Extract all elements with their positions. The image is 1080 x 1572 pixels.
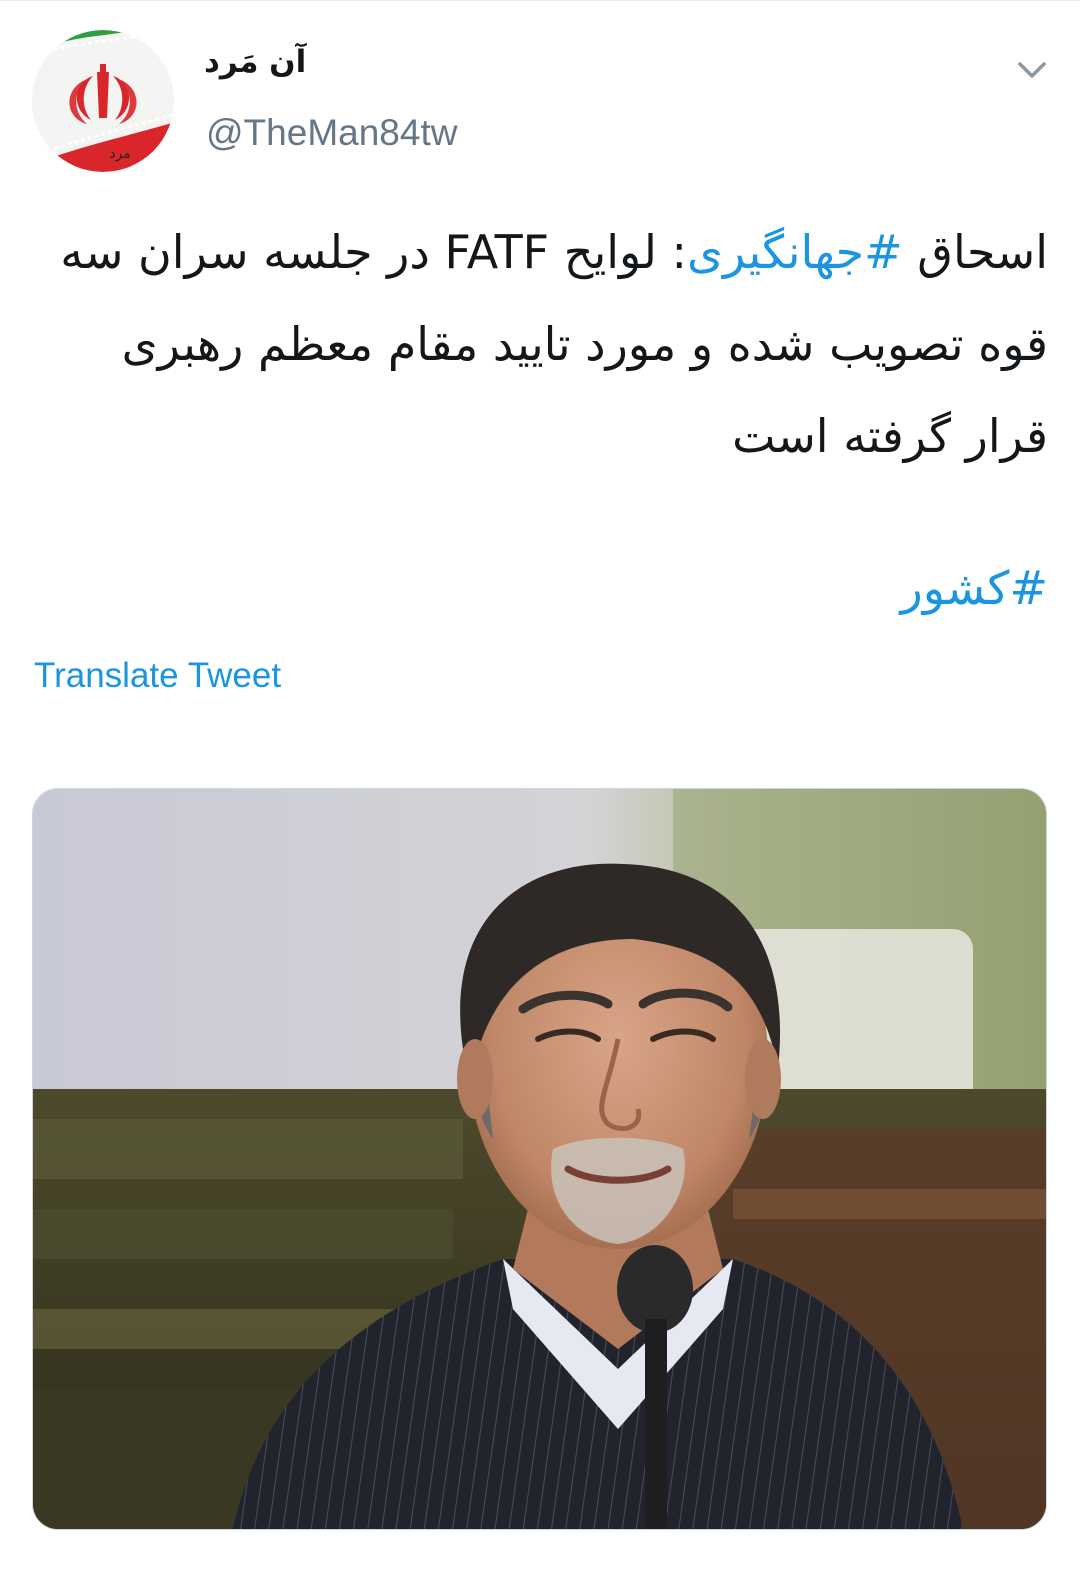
display-name[interactable]: آن مَرد	[204, 44, 306, 80]
tweet-photo[interactable]	[32, 788, 1047, 1530]
hashtag-link[interactable]: #کشور	[901, 561, 1048, 615]
translate-tweet-link[interactable]: Translate Tweet	[34, 656, 281, 696]
hashtag-link[interactable]: #جهانگیری	[687, 225, 903, 279]
user-handle[interactable]: @TheMan84tw	[206, 112, 457, 154]
more-menu-button[interactable]	[1012, 52, 1052, 88]
tweet-text: اسحاق #جهانگیری: لوایح FATF در جلسه سران…	[28, 206, 1048, 482]
tweet-text-prefix: اسحاق	[902, 225, 1048, 279]
iran-flag-emblem-icon: مرد	[32, 30, 174, 172]
tweet-hashtag-line: #کشور	[28, 548, 1048, 628]
chevron-down-icon	[1018, 62, 1046, 78]
avatar[interactable]: مرد	[32, 30, 174, 172]
tweet-view: مرد آن مَرد @TheMan84tw اسحاق #جهانگیری:…	[0, 0, 1080, 1572]
portrait-photo	[33, 789, 1046, 1529]
divider	[0, 0, 1080, 1]
avatar-label: مرد	[109, 146, 130, 162]
